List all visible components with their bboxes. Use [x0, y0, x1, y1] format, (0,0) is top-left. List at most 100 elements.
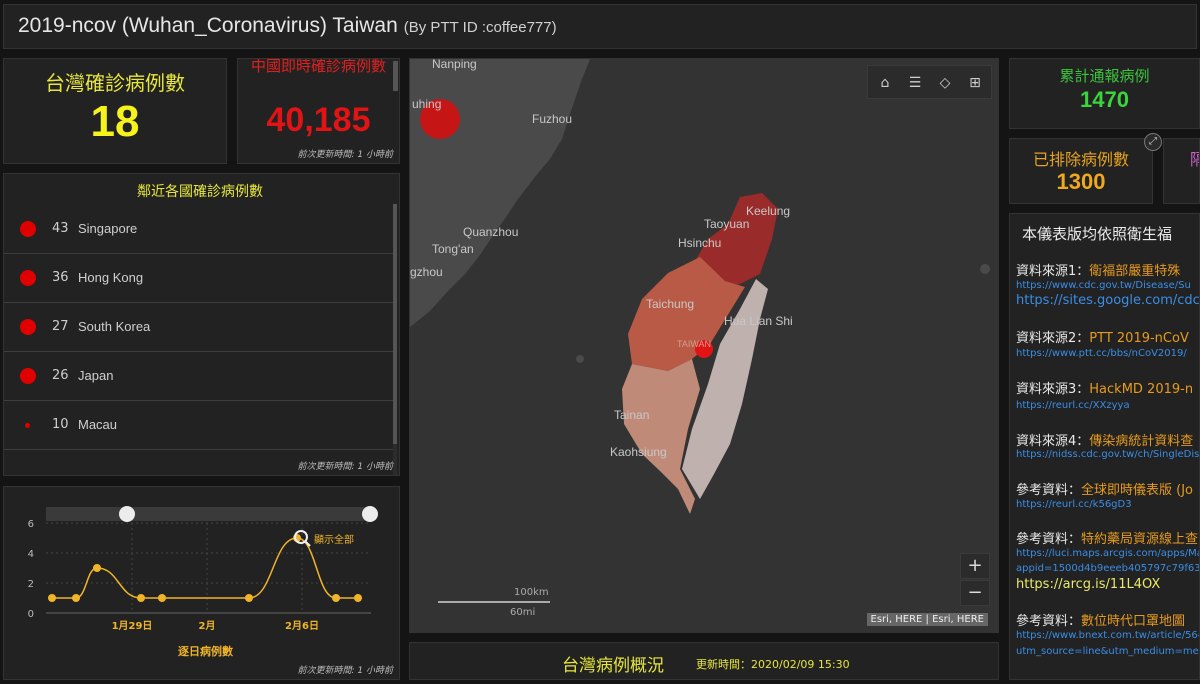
map-label-fuzhou: Fuzhou — [532, 112, 573, 126]
reported-cases-value: 1470 — [1080, 87, 1129, 112]
excluded-cases-indicator: 已排除病例數 1300 — [1009, 138, 1153, 204]
map-label-kaohsiung: Kaohsiung — [610, 445, 667, 459]
data-point — [137, 594, 145, 602]
list-item-count: 43 — [52, 221, 69, 236]
sources-intro: 本儀表版均依照衛生福 — [1022, 225, 1173, 243]
list-item[interactable]: 36 Hong Kong — [4, 254, 396, 303]
list-item-count: 10 — [52, 417, 69, 432]
case-dot-icon — [20, 270, 36, 286]
data-point — [93, 564, 101, 572]
show-all-button[interactable]: 顯示全部 — [314, 531, 354, 546]
source-label: 資料來源4： — [1016, 434, 1090, 449]
source-link[interactable]: https://www.ptt.cc/bbs/nCoV2019/ — [1016, 348, 1187, 359]
source-title: 數位時代口罩地圖 — [1081, 614, 1186, 629]
range-slider-track[interactable] — [46, 507, 371, 521]
china-confirmed-value: 40,185 — [266, 101, 371, 139]
case-dot-icon — [25, 423, 30, 428]
list-item-country: Macau — [78, 417, 118, 432]
case-dot-icon — [20, 319, 36, 335]
dashboard-subtitle: (By PTT ID :coffee777) — [403, 19, 557, 36]
update-time: 前次更新時間: 1 小時前 — [297, 150, 393, 160]
range-slider-right-handle[interactable] — [362, 506, 378, 522]
source-title: 傳染病統計資料查 — [1089, 434, 1194, 449]
source-short-link[interactable]: https://arcg.is/11L4OX — [1016, 577, 1160, 592]
list-item-count: 36 — [52, 270, 69, 285]
list-item-country: Japan — [78, 368, 114, 383]
map-label-tainan: Tainan — [614, 408, 650, 422]
scrollbar[interactable] — [393, 61, 398, 91]
list-item[interactable]: 10 Macau — [4, 401, 396, 450]
source-link[interactable]: https://www.cdc.gov.tw/Disease/Su — [1016, 280, 1191, 291]
map-label-hsinchu: Hsinchu — [678, 236, 722, 250]
source-label: 資料來源1： — [1016, 264, 1090, 279]
source-link[interactable]: https://www.bnext.com.tw/article/56482/f… — [1016, 630, 1199, 641]
source-link[interactable]: appid=1500d4b9eeeb405797c79f63b — [1016, 563, 1199, 574]
source-title: 衛福部嚴重特殊 — [1089, 264, 1181, 279]
map-toolbar: ⌂ ☰ ◇ ⊞ — [867, 65, 992, 99]
y-tick-label: 4 — [28, 549, 34, 560]
scale-km: 100km — [514, 587, 549, 598]
list-item-country: Singapore — [78, 221, 138, 236]
source-heading: 資料來源1：衛福部嚴重特殊 — [1016, 260, 1180, 279]
summary-updated: 更新時間：2020/02/09 15:30 — [696, 656, 850, 672]
scale-mi: 60mi — [510, 607, 536, 618]
legend-icon[interactable]: ☰ — [904, 72, 926, 94]
update-time: 前次更新時間: 1 小時前 — [297, 666, 393, 676]
list-item[interactable]: 27 South Korea — [4, 303, 396, 352]
source-label: 參考資料： — [1016, 532, 1082, 547]
maximize-icon[interactable]: ⤢ — [1144, 133, 1162, 151]
layers-icon[interactable]: ◇ — [934, 72, 956, 94]
map-label-tongan: Tong'an — [432, 242, 474, 256]
taiwan-confirmed-value: 18 — [90, 97, 140, 146]
isolation-label: 隔 — [1190, 146, 1199, 170]
map-attribution[interactable]: Esri, HERE | Esri, HERE — [866, 613, 988, 626]
source-heading: 參考資料：全球即時儀表版 (Jo — [1016, 479, 1193, 498]
neighbor-countries-list: 鄰近各國確診病例數 43 Singapore 36 Hong Kong 27 S… — [3, 173, 400, 476]
x-tick-label: 2月 — [199, 620, 216, 632]
source-heading: 參考資料：數位時代口罩地圖 — [1016, 610, 1185, 629]
map-label-keelung: Keelung — [746, 204, 791, 218]
range-slider-left-handle[interactable] — [119, 506, 135, 522]
data-point — [332, 594, 340, 602]
data-point — [72, 594, 80, 602]
home-icon[interactable]: ⌂ — [874, 72, 896, 94]
island-marker — [576, 355, 584, 363]
zoom-out-button[interactable]: − — [960, 580, 990, 606]
source-link[interactable]: https://nidss.cdc.gov.tw/ch/SingleDisea — [1016, 449, 1199, 460]
source-heading: 資料來源4：傳染病統計資料查 — [1016, 430, 1193, 449]
list-scrollbar-thumb[interactable] — [393, 204, 397, 444]
chart-xaxis-label: 逐日病例數 — [178, 645, 233, 658]
china-confirmed-label: 中國即時確診病例數 — [250, 58, 386, 75]
reported-cases-label: 累計通報病例 — [1059, 67, 1150, 85]
source-title: HackMD 2019-n — [1089, 382, 1194, 397]
data-point — [354, 594, 362, 602]
daily-cases-chart: 0 2 4 6 1月29日 2月 2月6日 顯示全部 逐日病例數 前次更新時間: 1 小時前 — [3, 486, 400, 680]
source-link[interactable]: https://reurl.cc/k56gD3 — [1016, 499, 1132, 510]
list-item-count: 26 — [52, 368, 69, 383]
list-item[interactable]: 43 Singapore — [4, 205, 396, 254]
case-dot-icon — [20, 368, 36, 384]
excluded-cases-value: 1300 — [1056, 169, 1106, 194]
case-dot-icon — [20, 221, 36, 237]
title-text: 2019-ncov (Wuhan_Coronavirus) Taiwan — [18, 14, 398, 37]
map-label-taoyuan: Taoyuan — [704, 217, 750, 231]
dashboard-header: 2019-ncov (Wuhan_Coronavirus) Taiwan (By … — [3, 4, 1197, 49]
source-link[interactable]: https://reurl.cc/XXzyya — [1016, 400, 1130, 411]
summary-updated-time: 2020/02/09 15:30 — [751, 658, 850, 671]
taiwan-south-region[interactable] — [622, 359, 700, 514]
source-heading: 參考資料：特約藥局資源線上查 — [1016, 528, 1198, 547]
list-item[interactable]: 26 Japan — [4, 352, 396, 401]
zoom-in-button[interactable]: + — [960, 553, 990, 579]
source-link[interactable]: https://luci.maps.arcgis.com/apps/Map — [1016, 548, 1199, 559]
list-item-country: Hong Kong — [78, 270, 144, 285]
excluded-cases-label: 已排除病例數 — [1032, 150, 1129, 169]
map-label-taichung: Taichung — [646, 297, 695, 311]
source-link[interactable]: utm_source=line&utm_medium=message — [1016, 646, 1199, 657]
isolation-indicator: 隔 — [1163, 138, 1200, 204]
basemap-gallery-icon[interactable]: ⊞ — [964, 72, 986, 94]
map-view[interactable]: Nanping uhing Fuzhou Keelung Taoyuan Hsi… — [409, 58, 999, 633]
x-tick-label: 1月29日 — [112, 620, 153, 632]
x-tick-label: 2月6日 — [285, 620, 319, 632]
source-link[interactable]: https://sites.google.com/cdc.g — [1016, 293, 1199, 308]
list-item-count: 27 — [52, 319, 69, 334]
